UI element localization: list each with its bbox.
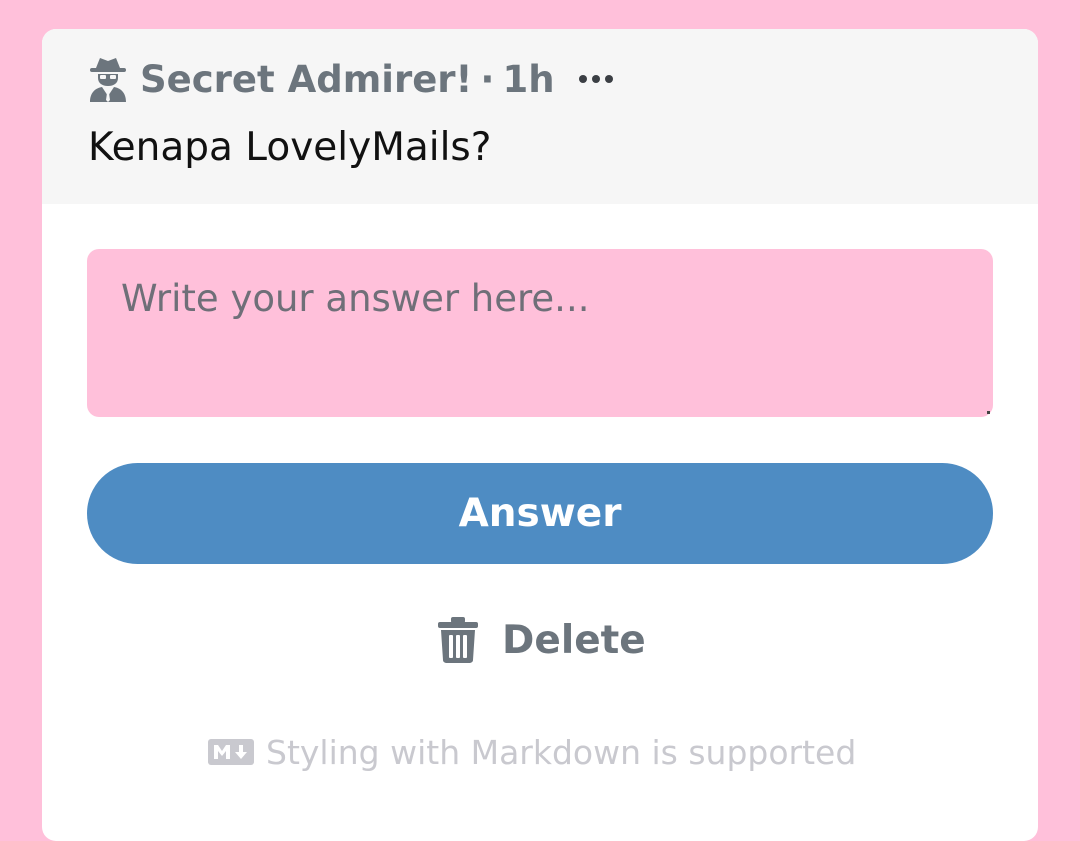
question-card: Secret Admirer! · 1h Kenapa LovelyMails?… [42, 29, 1038, 841]
question-header: Secret Admirer! · 1h Kenapa LovelyMails? [42, 29, 1038, 204]
meta-separator: · [480, 57, 495, 101]
user-secret-icon [90, 58, 126, 102]
delete-label: Delete [502, 617, 646, 663]
markdown-hint-text: Styling with Markdown is supported [266, 732, 857, 772]
answer-button[interactable]: Answer [87, 463, 993, 564]
post-meta: Secret Admirer! · 1h [88, 55, 613, 103]
markdown-hint: Styling with Markdown is supported [208, 729, 856, 775]
post-time: 1h [502, 57, 555, 101]
author-name: Secret Admirer! [140, 57, 473, 101]
resize-handle[interactable] [987, 411, 990, 414]
markdown-icon [208, 739, 254, 765]
delete-button[interactable]: Delete [438, 613, 646, 667]
trash-icon [438, 617, 478, 663]
question-text: Kenapa LovelyMails? [88, 125, 492, 170]
ellipsis-icon[interactable] [578, 55, 613, 103]
answer-input[interactable] [87, 249, 993, 417]
